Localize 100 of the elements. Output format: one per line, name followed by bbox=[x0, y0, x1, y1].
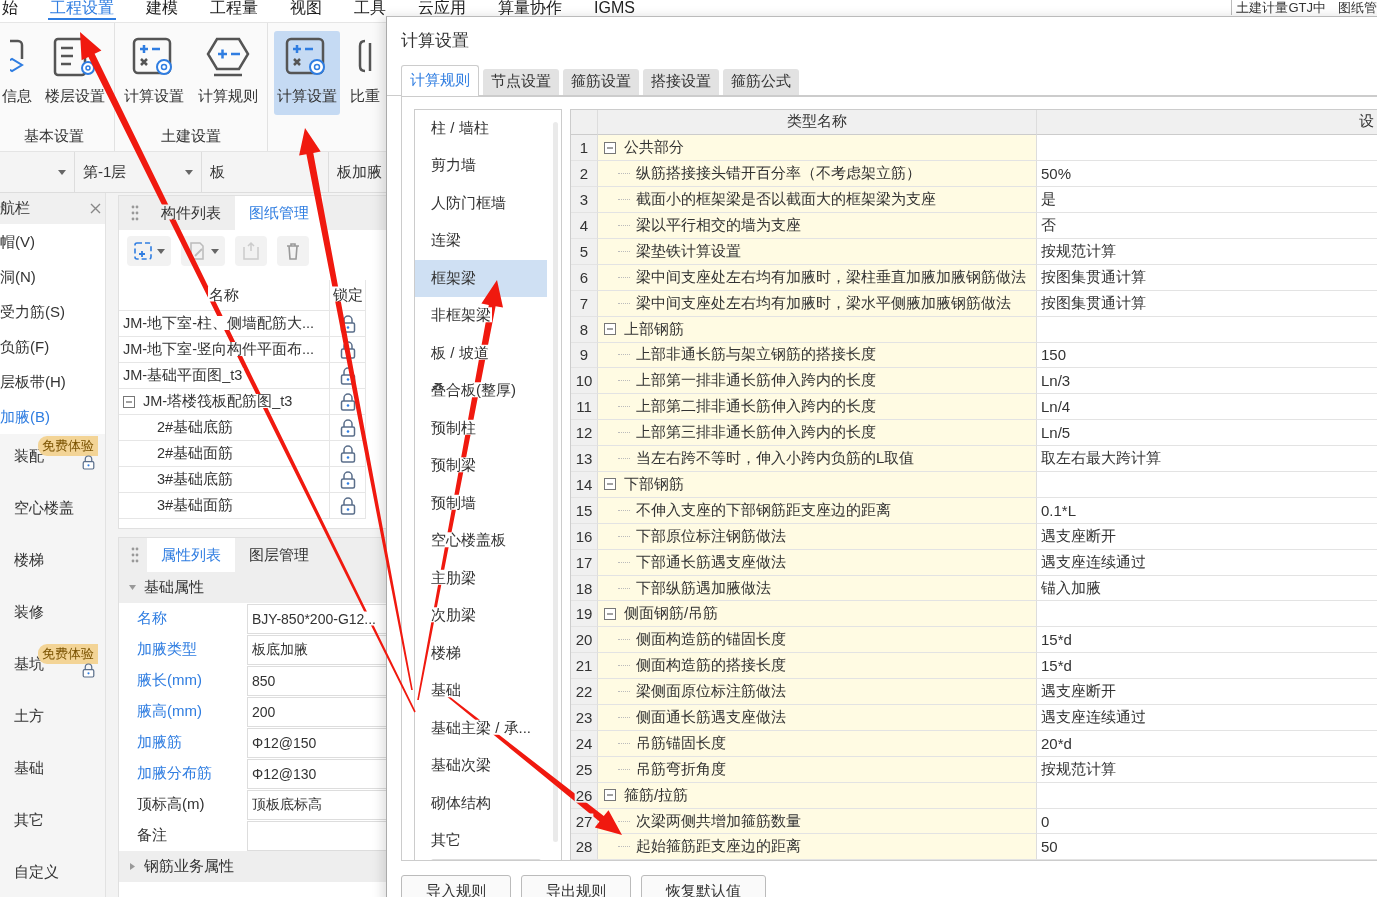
category-item[interactable]: 预制梁 bbox=[415, 447, 547, 485]
document-tab[interactable]: 图纸管 bbox=[1338, 0, 1377, 15]
dialog-tab[interactable]: 箍筋设置 bbox=[563, 68, 639, 95]
nav-category[interactable]: 楼梯 bbox=[14, 550, 44, 570]
category-item[interactable]: 人防门框墙 bbox=[415, 184, 547, 223]
dialog-button[interactable]: 恢复默认值 bbox=[641, 875, 766, 897]
category-item[interactable]: 基础主梁 / 承... bbox=[415, 709, 547, 748]
menu-tab[interactable]: 视图 bbox=[288, 0, 324, 20]
expand-icon[interactable] bbox=[129, 863, 136, 870]
rule-value[interactable]: 0.1*L bbox=[1041, 501, 1077, 519]
category-item[interactable]: 次肋梁 bbox=[415, 597, 547, 635]
nav-category[interactable]: 空心楼盖 bbox=[14, 498, 74, 518]
collapse-icon[interactable] bbox=[604, 323, 616, 336]
rule-value[interactable]: 0 bbox=[1041, 812, 1050, 830]
delete-button[interactable] bbox=[277, 236, 309, 266]
rule-value[interactable]: 按规范计算 bbox=[1041, 759, 1116, 779]
menu-tab[interactable]: IGMS bbox=[592, 0, 637, 20]
scrollbar[interactable] bbox=[553, 121, 558, 842]
rule-value[interactable]: 20*d bbox=[1041, 734, 1072, 752]
drawing-name[interactable]: JM-地下室-竖向构件平面布... bbox=[123, 340, 315, 359]
collapse-icon[interactable] bbox=[604, 607, 616, 620]
panel-tab[interactable]: 图纸管理 bbox=[235, 196, 323, 230]
panel-tab[interactable]: 构件列表 bbox=[147, 196, 235, 230]
rule-value[interactable]: 15*d bbox=[1041, 657, 1072, 675]
category-item[interactable]: 主肋梁 bbox=[415, 559, 547, 598]
menu-tab[interactable]: 工程量 bbox=[208, 0, 260, 20]
rule-value[interactable]: 否 bbox=[1041, 216, 1056, 236]
collapse-icon[interactable] bbox=[129, 584, 136, 591]
ribbon-button[interactable]: 计算规则 bbox=[195, 31, 261, 115]
dialog-tab[interactable]: 搭接设置 bbox=[643, 68, 719, 95]
panel-tab[interactable]: 图层管理 bbox=[235, 538, 323, 572]
menu-tab[interactable]: 工具 bbox=[352, 0, 388, 20]
panel-tab[interactable]: 属性列表 bbox=[147, 538, 235, 572]
menu-tab[interactable]: 建模 bbox=[144, 0, 180, 20]
category-item[interactable]: 柱 / 墙柱 bbox=[415, 109, 547, 148]
rule-value[interactable]: 按图集贯通计算 bbox=[1041, 267, 1146, 287]
rule-value[interactable]: 取左右最大跨计算 bbox=[1041, 449, 1161, 469]
nav-category[interactable]: 基础 bbox=[14, 758, 44, 778]
collapse-icon[interactable] bbox=[604, 478, 616, 491]
nav-item[interactable]: 层板带(H) bbox=[0, 364, 105, 399]
ribbon-button[interactable]: 信息 bbox=[0, 31, 34, 115]
rule-value[interactable]: 遇支座断开 bbox=[1041, 682, 1116, 702]
menu-tab[interactable]: 工程设置 bbox=[48, 0, 116, 20]
add-drawing-button[interactable] bbox=[127, 236, 171, 266]
lock-icon[interactable] bbox=[339, 418, 356, 437]
nav-item[interactable]: 加腋(B) bbox=[0, 399, 105, 434]
rule-value[interactable]: 遇支座断开 bbox=[1041, 526, 1116, 546]
rule-value[interactable]: 150 bbox=[1041, 346, 1067, 364]
rule-value[interactable]: 遇支座连续通过 bbox=[1041, 707, 1146, 727]
rule-value[interactable]: 遇支座连续通过 bbox=[1041, 552, 1146, 572]
dialog-tab[interactable]: 箍筋公式 bbox=[723, 68, 799, 95]
category-item[interactable]: 叠合板(整厚) bbox=[415, 372, 547, 410]
category-item[interactable]: 板 / 坡道 bbox=[415, 334, 547, 373]
category-item[interactable]: 连梁 bbox=[415, 222, 547, 260]
drawing-name[interactable]: JM-塔楼筏板配筋图_t3 bbox=[143, 392, 293, 411]
category-item[interactable]: 剪力墙 bbox=[415, 147, 547, 185]
document-tab[interactable]: 土建计量GTJ中 bbox=[1236, 0, 1326, 15]
collapse-icon[interactable] bbox=[604, 789, 616, 802]
collapse-icon[interactable] bbox=[123, 395, 135, 408]
rule-value[interactable]: Ln/3 bbox=[1041, 372, 1071, 390]
nav-category[interactable]: 其它 bbox=[14, 810, 44, 830]
dialog-button[interactable]: 导入规则 bbox=[401, 875, 511, 897]
drawing-name[interactable]: JM-基础平面图_t3 bbox=[123, 366, 243, 385]
lock-icon[interactable] bbox=[339, 496, 356, 515]
rule-value[interactable]: 锚入加腋 bbox=[1041, 578, 1101, 598]
menu-tab[interactable]: 算量协作 bbox=[496, 0, 564, 20]
ribbon-button[interactable]: 计算设置 bbox=[274, 31, 340, 115]
category-item[interactable]: 基础 bbox=[415, 672, 547, 710]
rule-value[interactable]: 是 bbox=[1041, 190, 1056, 210]
dialog-button[interactable]: 导出规则 bbox=[521, 875, 631, 897]
lock-icon[interactable] bbox=[339, 392, 356, 411]
category-item[interactable]: 框架梁 bbox=[415, 259, 547, 298]
nav-item[interactable]: 负筋(F) bbox=[0, 329, 105, 364]
rule-value[interactable]: Ln/4 bbox=[1041, 398, 1071, 416]
menu-tab[interactable]: 始 bbox=[0, 0, 20, 20]
dialog-tab[interactable]: 计算规则 bbox=[401, 64, 479, 96]
nav-item[interactable]: 帽(V) bbox=[0, 224, 105, 259]
ribbon-button[interactable]: 比重 bbox=[348, 31, 382, 115]
drawing-name[interactable]: 2#基础面筋 bbox=[157, 444, 234, 463]
category-item[interactable]: 其它 bbox=[415, 822, 547, 860]
rule-value[interactable]: 50 bbox=[1041, 838, 1058, 856]
drawing-name[interactable]: 2#基础底筋 bbox=[157, 418, 234, 437]
category-item[interactable]: 空心楼盖板 bbox=[415, 522, 547, 560]
nav-item[interactable]: 洞(N) bbox=[0, 259, 105, 294]
category-item[interactable]: 基础次梁 bbox=[415, 747, 547, 785]
category-item[interactable]: 预制柱 bbox=[415, 409, 547, 448]
rule-value[interactable]: 50% bbox=[1041, 165, 1072, 183]
dialog-tab[interactable]: 节点设置 bbox=[483, 68, 559, 95]
category-item[interactable]: 预制墙 bbox=[415, 484, 547, 523]
category-item[interactable]: 非框架梁 bbox=[415, 297, 547, 335]
rule-value[interactable]: 按图集贯通计算 bbox=[1041, 293, 1146, 313]
rule-value[interactable]: 按规范计算 bbox=[1041, 241, 1116, 261]
lock-icon[interactable] bbox=[339, 470, 356, 489]
drawing-name[interactable]: 3#基础面筋 bbox=[157, 496, 234, 515]
lock-icon[interactable] bbox=[339, 444, 356, 463]
ribbon-button[interactable]: 计算设置 bbox=[121, 31, 187, 115]
category-item[interactable]: 砌体结构 bbox=[415, 784, 547, 823]
collapse-icon[interactable] bbox=[604, 141, 616, 154]
nav-category[interactable]: 土方 bbox=[14, 706, 44, 726]
rule-value[interactable]: 15*d bbox=[1041, 631, 1072, 649]
